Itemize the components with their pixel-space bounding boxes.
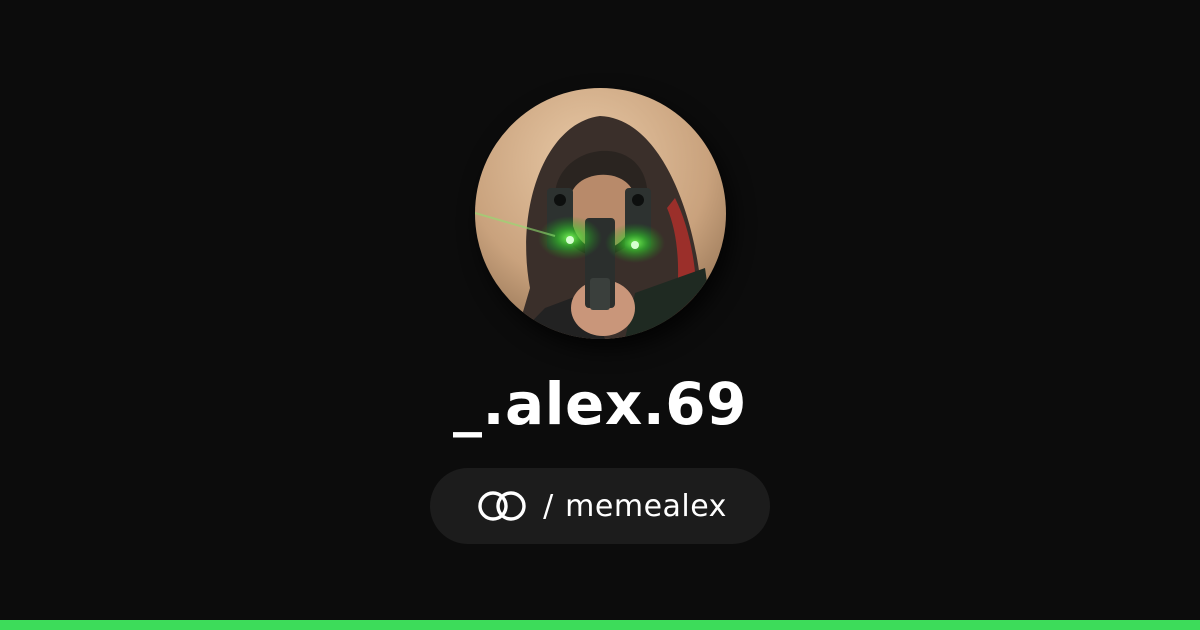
- handle-separator: /: [543, 488, 554, 524]
- profile-share-card: _.alex.69 / memealex: [0, 0, 1200, 630]
- handle-text: memealex: [565, 488, 727, 524]
- avatar-photo: [475, 88, 726, 339]
- display-name: _.alex.69: [452, 370, 748, 438]
- handle-link-pill[interactable]: / memealex: [430, 468, 770, 544]
- avatar: [475, 88, 726, 339]
- accent-bar: [0, 620, 1200, 630]
- interlocked-rings-icon: [473, 488, 531, 524]
